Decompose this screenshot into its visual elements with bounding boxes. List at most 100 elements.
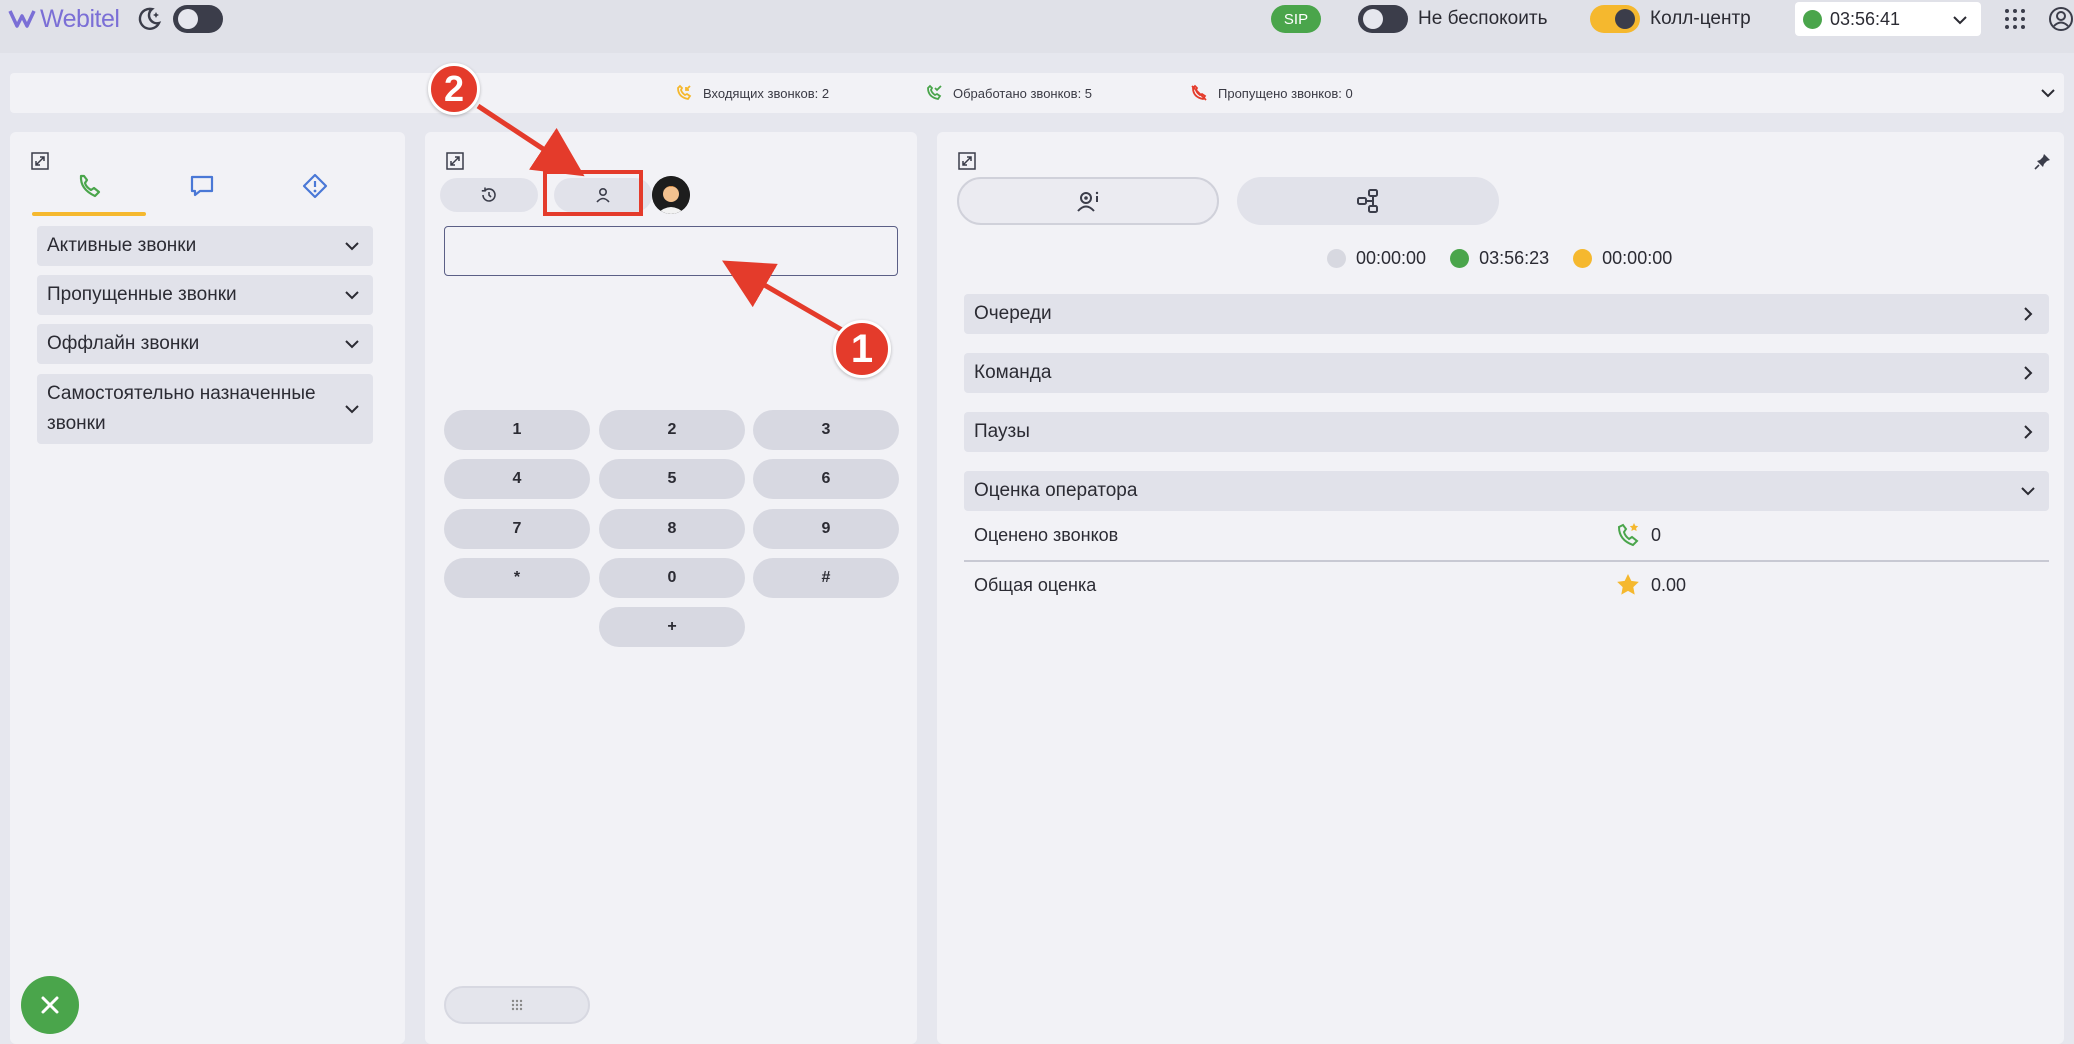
callcenter-toggle[interactable]: [1590, 5, 1640, 33]
rating-row-rated-calls: Оценено звонков 0: [964, 511, 2049, 559]
handled-call-icon: [927, 84, 942, 101]
theme-moon-icon: [138, 7, 162, 30]
chevron-down-icon: [345, 242, 359, 251]
rating-value: 0: [1651, 524, 1662, 545]
dial-key-6[interactable]: 6: [753, 459, 899, 499]
rating-value-wrap: 0: [1615, 522, 1661, 548]
timer-dot: [1450, 249, 1470, 268]
stat-missed-label: Пропущено звонков: 0: [1218, 85, 1353, 101]
agent-info-icon: [1077, 191, 1099, 212]
tab-agent-info[interactable]: [957, 177, 1219, 225]
apps-grid-icon[interactable]: [2004, 8, 2026, 30]
dnd-toggle[interactable]: [1358, 5, 1408, 33]
section-team[interactable]: Команда: [964, 353, 2049, 393]
expand-icon[interactable]: [958, 152, 976, 170]
section-queues[interactable]: Очереди: [964, 294, 2049, 334]
callcenter-label: Колл-центр: [1650, 8, 1751, 29]
dial-key-4[interactable]: 4: [444, 459, 590, 499]
missed-call-icon: [1191, 84, 1207, 101]
accordion-self-assigned-calls[interactable]: Самостоятельно назначенные звонки: [37, 374, 373, 444]
chevron-down-icon[interactable]: [2038, 83, 2058, 103]
tab-tasks[interactable]: [258, 172, 372, 210]
tab-workflows[interactable]: [1237, 177, 1499, 225]
dial-key-9[interactable]: 9: [753, 509, 899, 549]
calls-tabs: [32, 172, 372, 216]
section-label: Команда: [974, 362, 1052, 383]
annotation-highlight-box: [543, 170, 643, 216]
accordion-label: Активные звонки: [47, 235, 197, 256]
dial-key-plus[interactable]: +: [599, 607, 745, 647]
incoming-call-icon: [677, 84, 692, 101]
accordion-missed-calls[interactable]: Пропущенные звонки: [37, 275, 373, 315]
chevron-down-icon: [2021, 487, 2035, 496]
close-icon: [41, 996, 59, 1014]
agent-timers: 00:00:00 03:56:23 00:00:00: [1327, 248, 1672, 269]
rating-label: Общая оценка: [974, 574, 1097, 595]
tab-calls[interactable]: [32, 172, 146, 216]
tab-chats[interactable]: [145, 172, 259, 210]
status-dot: [1803, 9, 1822, 29]
chevron-down-icon: [1953, 16, 1967, 25]
chat-icon: [190, 175, 214, 197]
accordion-label: Пропущенные звонки: [47, 284, 237, 305]
rating-value-wrap: 0.00: [1615, 572, 1686, 598]
chevron-down-icon: [345, 340, 359, 349]
top-bar: Webitel SIP Не беспокоить Колл-центр 03:…: [0, 0, 2074, 53]
section-operator-rating[interactable]: Оценка оператора: [964, 471, 2049, 511]
status-time: 03:56:41: [1830, 8, 1901, 29]
tab-history[interactable]: [440, 178, 538, 212]
dial-key-1[interactable]: 1: [444, 410, 590, 450]
dialpad-icon: [511, 999, 523, 1011]
chevron-right-icon: [2024, 366, 2033, 380]
section-label: Паузы: [974, 421, 1030, 442]
dialer-panel: 1 2 3 4 5 6 7 8 9 * 0 # +: [425, 132, 917, 1044]
timer-value: 00:00:00: [1602, 248, 1673, 268]
rating-label: Оценено звонков: [974, 524, 1119, 545]
agent-status-select[interactable]: 03:56:41: [1795, 2, 1981, 36]
logo-mark-icon: [8, 10, 36, 28]
account-icon[interactable]: [2048, 6, 2074, 32]
dial-key-2[interactable]: 2: [599, 410, 745, 450]
phone-number-input[interactable]: [444, 226, 898, 276]
annotation-badge-1: 1: [833, 320, 891, 378]
flow-icon: [1357, 189, 1378, 213]
dialpad-toggle-button[interactable]: [444, 986, 590, 1024]
dial-key-3[interactable]: 3: [753, 410, 899, 450]
expand-icon[interactable]: [31, 152, 49, 170]
section-pauses[interactable]: Паузы: [964, 412, 2049, 452]
stat-missed: Пропущено звонков: 0: [1190, 84, 1353, 102]
accordion-label: Оффлайн звонки: [47, 333, 200, 354]
chevron-down-icon: [345, 291, 359, 300]
stat-incoming-label: Входящих звонков: 2: [703, 85, 830, 101]
dial-key-hash[interactable]: #: [753, 558, 899, 598]
pin-icon[interactable]: [2034, 152, 2052, 170]
agent-panel: 00:00:00 03:56:23 00:00:00 Очереди Коман…: [937, 132, 2064, 1044]
rating-row-overall: Общая оценка 0.00: [964, 561, 2049, 609]
timer-value: 00:00:00: [1356, 248, 1427, 268]
expand-icon[interactable]: [446, 152, 464, 170]
dial-key-5[interactable]: 5: [599, 459, 745, 499]
avatar[interactable]: [652, 176, 690, 214]
chevron-right-icon: [2024, 425, 2033, 439]
dial-key-0[interactable]: 0: [599, 558, 745, 598]
sip-badge[interactable]: SIP: [1271, 5, 1321, 33]
dial-key-star[interactable]: *: [444, 558, 590, 598]
phone-icon: [79, 174, 101, 198]
stat-handled: Обработано звонков: 5: [925, 84, 1092, 102]
rating-value: 0.00: [1651, 574, 1687, 595]
timer-online: 03:56:23: [1450, 248, 1549, 269]
avatar-image-icon: [652, 176, 690, 214]
dial-key-8[interactable]: 8: [599, 509, 745, 549]
accordion-active-calls[interactable]: Активные звонки: [37, 226, 373, 266]
close-button[interactable]: [21, 976, 79, 1034]
star-icon: [1617, 574, 1639, 595]
dial-key-7[interactable]: 7: [444, 509, 590, 549]
accordion-offline-calls[interactable]: Оффлайн звонки: [37, 324, 373, 364]
chevron-down-icon: [345, 405, 359, 414]
chevron-right-icon: [2024, 307, 2033, 321]
rated-call-icon: [1617, 523, 1639, 547]
theme-toggle[interactable]: [173, 5, 223, 33]
calls-panel: Активные звонки Пропущенные звонки Оффла…: [10, 132, 405, 1044]
section-label: Оценка оператора: [974, 480, 1138, 501]
timer-offline: 00:00:00: [1327, 248, 1426, 269]
